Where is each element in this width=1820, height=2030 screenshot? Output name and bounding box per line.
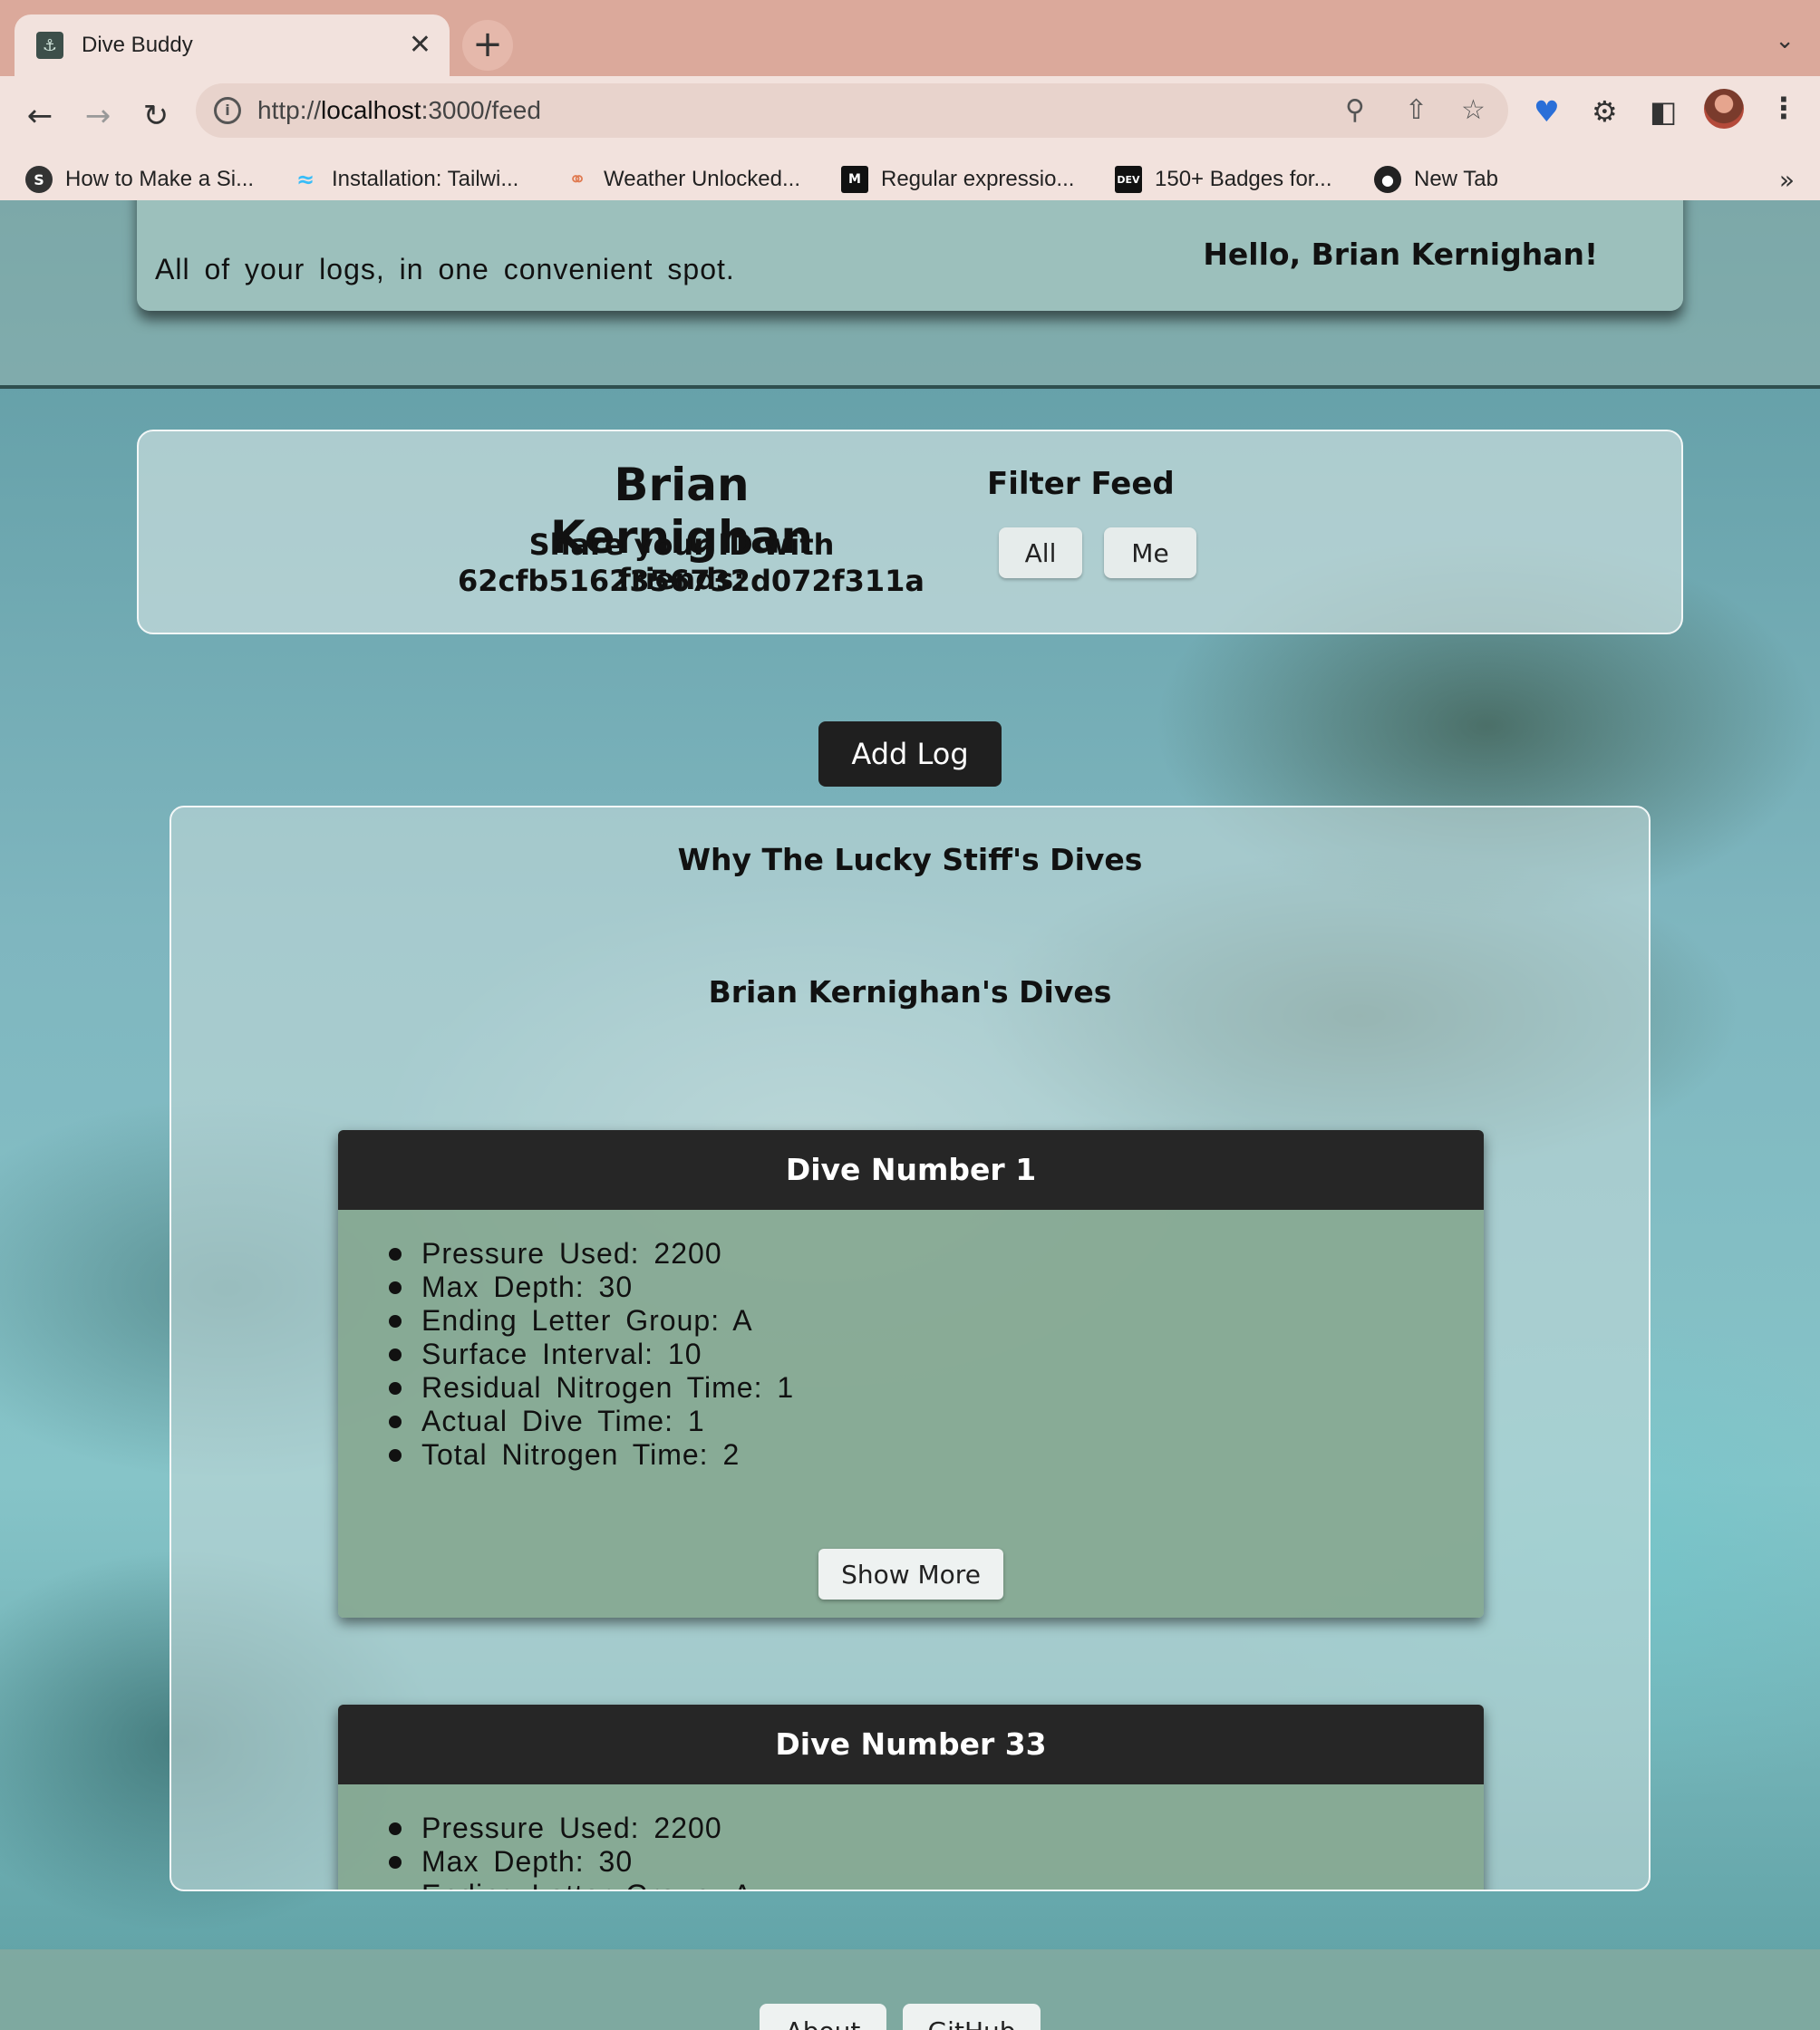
back-arrow-icon[interactable]: ← [15, 91, 65, 141]
bookmarks-bar: S How to Make a Si... ≈ Installation: Ta… [0, 156, 1820, 203]
dive-stat: Residual Nitrogen Time: 1 [389, 1371, 1484, 1405]
diver-favicon-icon: ⚓ [36, 32, 63, 59]
new-tab-button[interactable]: + [462, 20, 513, 71]
dive-stats-list: Pressure Used: 2200 Max Depth: 30 Ending… [338, 1210, 1484, 1472]
bookmark-item[interactable]: ≈ Installation: Tailwi... [292, 156, 518, 203]
dive-stat: Max Depth: 30 [389, 1271, 1484, 1304]
header-band: All of your logs, in one convenient spot… [0, 200, 1820, 389]
dive-stat: Ending Letter Group: A [389, 1879, 1484, 1890]
profile-card: Brian Kernighan Share your ID with frien… [137, 430, 1683, 634]
puzzle-extensions-icon[interactable]: ⚙ [1592, 94, 1618, 129]
bookmark-label: How to Make a Si... [65, 167, 255, 191]
side-panel-icon[interactable]: ◧ [1650, 94, 1677, 129]
bookmark-label: New Tab [1414, 167, 1498, 191]
site-info-icon[interactable]: i [214, 97, 241, 124]
dive-stats-list: Pressure Used: 2200 Max Depth: 30 Ending… [338, 1784, 1484, 1890]
filter-all-button[interactable]: All [999, 527, 1082, 578]
filter-me-button[interactable]: Me [1104, 527, 1196, 578]
profile-avatar[interactable] [1704, 89, 1744, 129]
dive-stat: Total Nitrogen Time: 2 [389, 1438, 1484, 1472]
browser-tab[interactable]: ⚓ Dive Buddy ✕ [15, 14, 450, 76]
dive-stat: Surface Interval: 10 [389, 1338, 1484, 1371]
mdn-icon: M [841, 166, 868, 193]
key-icon[interactable]: ⚲ [1345, 94, 1365, 126]
dive-title: Dive Number 33 [338, 1705, 1484, 1784]
bookmark-label: Installation: Tailwi... [332, 167, 519, 191]
browser-toolbar: ← → ↻ i http://localhost:3000/feed ⚲ ⇧ ☆… [0, 76, 1820, 216]
dev-icon: DEV [1115, 166, 1142, 193]
bookmark-label: Regular expressio... [881, 167, 1075, 191]
footer: About GitHub [0, 1949, 1820, 2030]
add-log-button[interactable]: Add Log [818, 721, 1002, 787]
dive-stat: Pressure Used: 2200 [389, 1812, 1484, 1845]
bookmark-label: 150+ Badges for... [1155, 167, 1332, 191]
url-prefix: http:// [257, 96, 322, 124]
url-text[interactable]: http://localhost:3000/feed [257, 96, 541, 125]
bookmark-item[interactable]: ⚭ Weather Unlocked... [564, 156, 800, 203]
dive-stat: Pressure Used: 2200 [389, 1237, 1484, 1271]
address-bar[interactable]: i http://localhost:3000/feed ⚲ ⇧ ☆ [196, 83, 1508, 138]
dive-stat: Max Depth: 30 [389, 1845, 1484, 1879]
dive-stat: Actual Dive Time: 1 [389, 1405, 1484, 1438]
forward-arrow-icon[interactable]: → [73, 91, 123, 141]
s-logo-icon: S [25, 166, 53, 193]
share-icon[interactable]: ⇧ [1405, 94, 1428, 126]
tab-title: Dive Buddy [82, 33, 193, 57]
more-bookmarks-icon[interactable]: » [1779, 165, 1795, 195]
extension-heart-icon[interactable]: ♥ [1534, 94, 1560, 129]
tailwind-icon: ≈ [295, 167, 315, 192]
dive-title: Dive Number 1 [338, 1130, 1484, 1210]
tab-search-chevron-icon[interactable]: ⌄ [1775, 27, 1795, 54]
reload-icon[interactable]: ↻ [131, 91, 181, 141]
lock-icon: ⚭ [567, 167, 587, 192]
greeting: Hello, Brian Kernighan! [1203, 237, 1598, 272]
page-viewport: All of your logs, in one convenient spot… [0, 200, 1820, 2030]
dive-card: Dive Number 1 Pressure Used: 2200 Max De… [338, 1130, 1484, 1618]
tab-strip: ⚓ Dive Buddy ✕ + ⌄ [0, 0, 1820, 76]
url-path: :3000/feed [421, 96, 541, 124]
more-menu-icon[interactable]: ⋮ [1769, 91, 1798, 125]
dive-stat: Ending Letter Group: A [389, 1304, 1484, 1338]
globe-icon: ● [1374, 166, 1401, 193]
close-tab-icon[interactable]: ✕ [409, 29, 431, 62]
header-card: All of your logs, in one convenient spot… [137, 200, 1683, 311]
url-host: localhost [321, 96, 421, 124]
bookmark-star-icon[interactable]: ☆ [1461, 94, 1486, 126]
my-dives-heading: Brian Kernighan's Dives [708, 974, 1112, 1010]
feed-card[interactable]: Why The Lucky Stiff's Dives Brian Kernig… [169, 806, 1651, 1891]
about-button[interactable]: About [760, 2004, 886, 2030]
dive-card: Dive Number 33 Pressure Used: 2200 Max D… [338, 1705, 1484, 1890]
bookmark-item[interactable]: DEV 150+ Badges for... [1115, 156, 1331, 203]
user-id: 62cfb5162356732d072f311a [458, 564, 925, 598]
bookmark-label: Weather Unlocked... [604, 167, 800, 191]
filter-feed-title: Filter Feed [987, 466, 1175, 502]
github-button[interactable]: GitHub [903, 2004, 1041, 2030]
show-more-button[interactable]: Show More [818, 1549, 1003, 1600]
bookmark-item[interactable]: S How to Make a Si... [25, 156, 254, 203]
bookmark-item[interactable]: M Regular expressio... [841, 156, 1074, 203]
bookmark-item[interactable]: ● New Tab [1374, 156, 1498, 203]
friend-dives-heading: Why The Lucky Stiff's Dives [677, 842, 1143, 877]
tagline: All of your logs, in one convenient spot… [155, 253, 735, 285]
